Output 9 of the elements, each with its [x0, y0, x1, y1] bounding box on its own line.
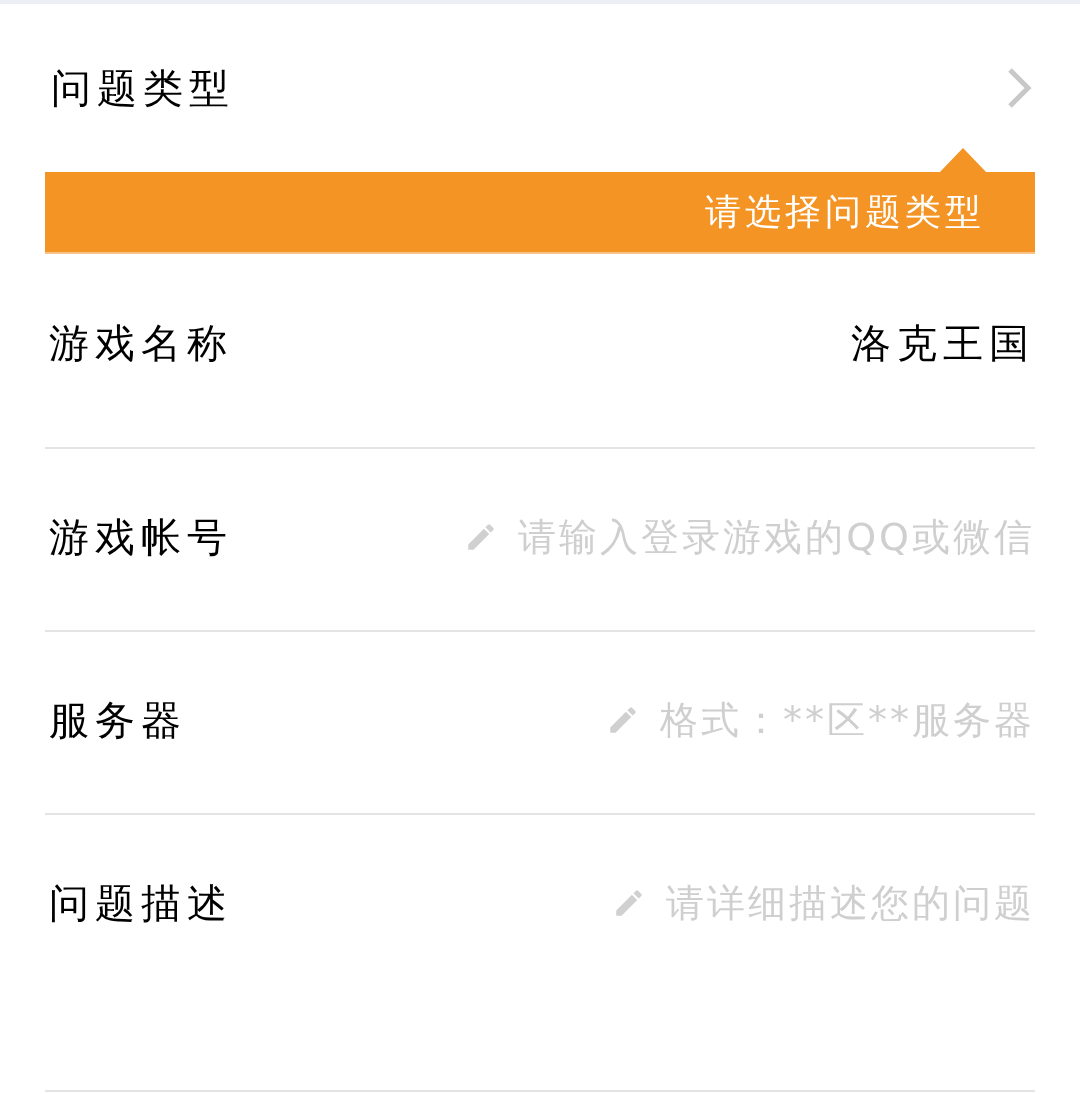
- issue-type-row[interactable]: 问题类型: [45, 4, 1035, 172]
- field-label: 问题描述: [49, 879, 233, 928]
- field-label: 问题类型: [51, 64, 235, 113]
- field-label: 游戏帐号: [49, 513, 233, 562]
- field-value[interactable]: 洛克王国: [851, 313, 1035, 373]
- tooltip-pointer: [939, 148, 987, 173]
- chevron-right-icon: [1005, 66, 1033, 110]
- field-label: 服务器: [49, 696, 187, 745]
- field-label: 游戏名称: [49, 319, 233, 368]
